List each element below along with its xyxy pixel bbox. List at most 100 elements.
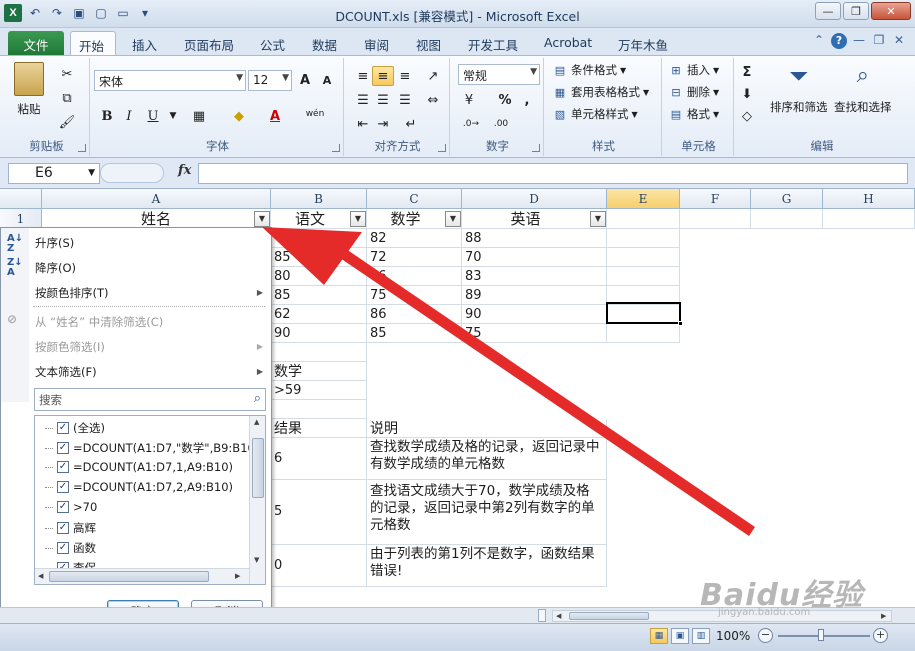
workbook-close-icon[interactable]: ✕: [891, 33, 907, 49]
underline-dropdown-icon[interactable]: ▼: [162, 106, 184, 126]
normal-view-icon[interactable]: ▦: [650, 628, 668, 644]
wrap-text-icon[interactable]: ↵: [400, 114, 422, 134]
tab-developer[interactable]: 开发工具: [460, 31, 526, 55]
menu-sort-ascending[interactable]: 升序(S): [35, 235, 74, 251]
number-launcher-icon[interactable]: [532, 144, 540, 152]
cell-d3[interactable]: 70: [462, 248, 607, 267]
column-header-f[interactable]: F: [680, 189, 751, 209]
cell-b3[interactable]: 85: [271, 248, 367, 267]
align-center-icon[interactable]: ☰: [372, 90, 394, 110]
currency-icon[interactable]: ¥: [458, 90, 480, 110]
conditional-format-button[interactable]: ▤ 条件格式 ▼: [552, 62, 626, 78]
column-header-b[interactable]: B: [271, 189, 367, 209]
align-bottom-icon[interactable]: ≡: [394, 66, 416, 86]
list-horizontal-scrollbar[interactable]: ◀ ▶: [35, 568, 249, 584]
align-top-icon[interactable]: ≡: [352, 66, 374, 86]
cell-c13[interactable]: 查找数学成绩及格的记录，返回记录中有数学成绩的单元格数: [367, 438, 607, 480]
cell-b10[interactable]: >59: [271, 381, 367, 400]
increase-decimal-icon[interactable]: .0→: [460, 114, 482, 134]
help-icon[interactable]: ?: [831, 33, 847, 49]
font-size-combo[interactable]: 12 ▼: [248, 70, 292, 91]
cell-b12[interactable]: 结果: [271, 419, 367, 438]
scroll-thumb[interactable]: [252, 438, 264, 498]
insert-function-button[interactable]: fx: [106, 163, 196, 184]
cell-e4[interactable]: [607, 267, 680, 286]
column-header-g[interactable]: G: [751, 189, 823, 209]
delete-cells-button[interactable]: ⊟ 删除 ▼: [668, 84, 719, 100]
close-button[interactable]: ✕: [871, 2, 911, 20]
filter-value-select-all[interactable]: ✓ (全选): [45, 420, 105, 436]
cell-f1[interactable]: [680, 209, 751, 229]
tab-formulas[interactable]: 公式: [252, 31, 293, 55]
comma-button[interactable]: ,: [516, 90, 538, 110]
column-header-d[interactable]: D: [462, 189, 607, 209]
format-cells-button[interactable]: ▤ 格式 ▼: [668, 106, 719, 122]
list-item[interactable]: ✓ >70: [45, 500, 97, 514]
zoom-in-icon[interactable]: +: [873, 628, 888, 643]
scroll-left-icon[interactable]: ◀: [38, 572, 43, 580]
underline-button[interactable]: U: [142, 106, 164, 126]
zoom-slider-thumb[interactable]: [818, 629, 824, 641]
page-break-view-icon[interactable]: ▥: [692, 628, 710, 644]
cell-b14[interactable]: 5: [271, 480, 367, 545]
workbook-minimize-icon[interactable]: —: [851, 33, 867, 49]
percent-button[interactable]: %: [494, 90, 516, 110]
insert-cells-button[interactable]: ⊞ 插入 ▼: [668, 62, 719, 78]
checkbox-checked-icon[interactable]: ✓: [57, 422, 69, 434]
cell-h1[interactable]: [823, 209, 915, 229]
cell-c12[interactable]: 说明: [367, 419, 607, 438]
filter-dropdown-c-icon[interactable]: ▼: [445, 211, 461, 227]
italic-button[interactable]: I: [118, 106, 140, 126]
cell-c14[interactable]: 查找语文成绩大于70，数学成绩及格的记录，返回记录中第2列有数字的单元格数: [367, 480, 607, 545]
align-middle-icon[interactable]: ≡: [372, 66, 394, 86]
filter-search-input[interactable]: 搜索 ⌕: [34, 388, 266, 411]
align-left-icon[interactable]: ☰: [352, 90, 374, 110]
cell-b13[interactable]: 6: [271, 438, 367, 480]
fill-color-icon[interactable]: ◆: [228, 106, 250, 126]
increase-indent-icon[interactable]: ⇥: [372, 114, 394, 134]
grow-font-button[interactable]: A: [294, 70, 316, 90]
minimize-ribbon-icon[interactable]: ⌃: [811, 33, 827, 49]
clipboard-launcher-icon[interactable]: [78, 144, 86, 152]
cell-b9[interactable]: 数学: [271, 362, 367, 381]
cell-d6[interactable]: 90: [462, 305, 607, 324]
list-item[interactable]: ✓ 高辉: [45, 520, 96, 536]
cell-c2[interactable]: 82: [367, 229, 462, 248]
tab-view[interactable]: 视图: [408, 31, 449, 55]
cell-c6[interactable]: 86: [367, 305, 462, 324]
tab-review[interactable]: 审阅: [356, 31, 397, 55]
merge-center-icon[interactable]: ⇔: [422, 90, 444, 110]
scroll-left-icon[interactable]: ◀: [556, 612, 561, 620]
cell-d5[interactable]: 89: [462, 286, 607, 305]
cell-b6[interactable]: 62: [271, 305, 367, 324]
decrease-decimal-icon[interactable]: .00: [490, 114, 512, 134]
cell-c3[interactable]: 72: [367, 248, 462, 267]
filter-dropdown-a-icon[interactable]: ▼: [254, 211, 270, 227]
cell-d4[interactable]: 83: [462, 267, 607, 286]
zoom-level[interactable]: 100%: [716, 629, 750, 643]
border-icon[interactable]: ▦: [188, 106, 210, 126]
page-layout-view-icon[interactable]: ▣: [671, 628, 689, 644]
sort-filter-button[interactable]: ⏷ 排序和筛选: [770, 62, 828, 115]
column-header-a[interactable]: A: [42, 189, 271, 209]
column-header-c[interactable]: C: [367, 189, 462, 209]
format-as-table-button[interactable]: ▦ 套用表格格式 ▼: [552, 84, 649, 100]
scroll-right-icon[interactable]: ▶: [881, 612, 886, 620]
scroll-right-icon[interactable]: ▶: [235, 572, 240, 580]
workbook-restore-icon[interactable]: ❐: [871, 33, 887, 49]
align-right-icon[interactable]: ☰: [394, 90, 416, 110]
checkbox-checked-icon[interactable]: ✓: [57, 481, 69, 493]
cell-b15[interactable]: 0: [271, 545, 367, 587]
format-painter-icon[interactable]: 🖌: [56, 112, 78, 132]
alignment-launcher-icon[interactable]: [438, 144, 446, 152]
menu-sort-by-color[interactable]: 按颜色排序(T): [35, 285, 109, 301]
cell-a1[interactable]: 姓名: [42, 209, 271, 229]
cell-e1[interactable]: [607, 209, 680, 229]
orientation-icon[interactable]: ↗: [422, 66, 444, 86]
tab-wannianmuyu[interactable]: 万年木鱼: [610, 31, 676, 55]
list-item[interactable]: ✓ =DCOUNT(A1:D7,1,A9:B10): [45, 460, 233, 474]
column-header-e[interactable]: E: [607, 189, 680, 209]
checkbox-checked-icon[interactable]: ✓: [57, 501, 69, 513]
cell-d1[interactable]: 英语: [462, 209, 607, 229]
shrink-font-button[interactable]: A: [316, 70, 338, 90]
